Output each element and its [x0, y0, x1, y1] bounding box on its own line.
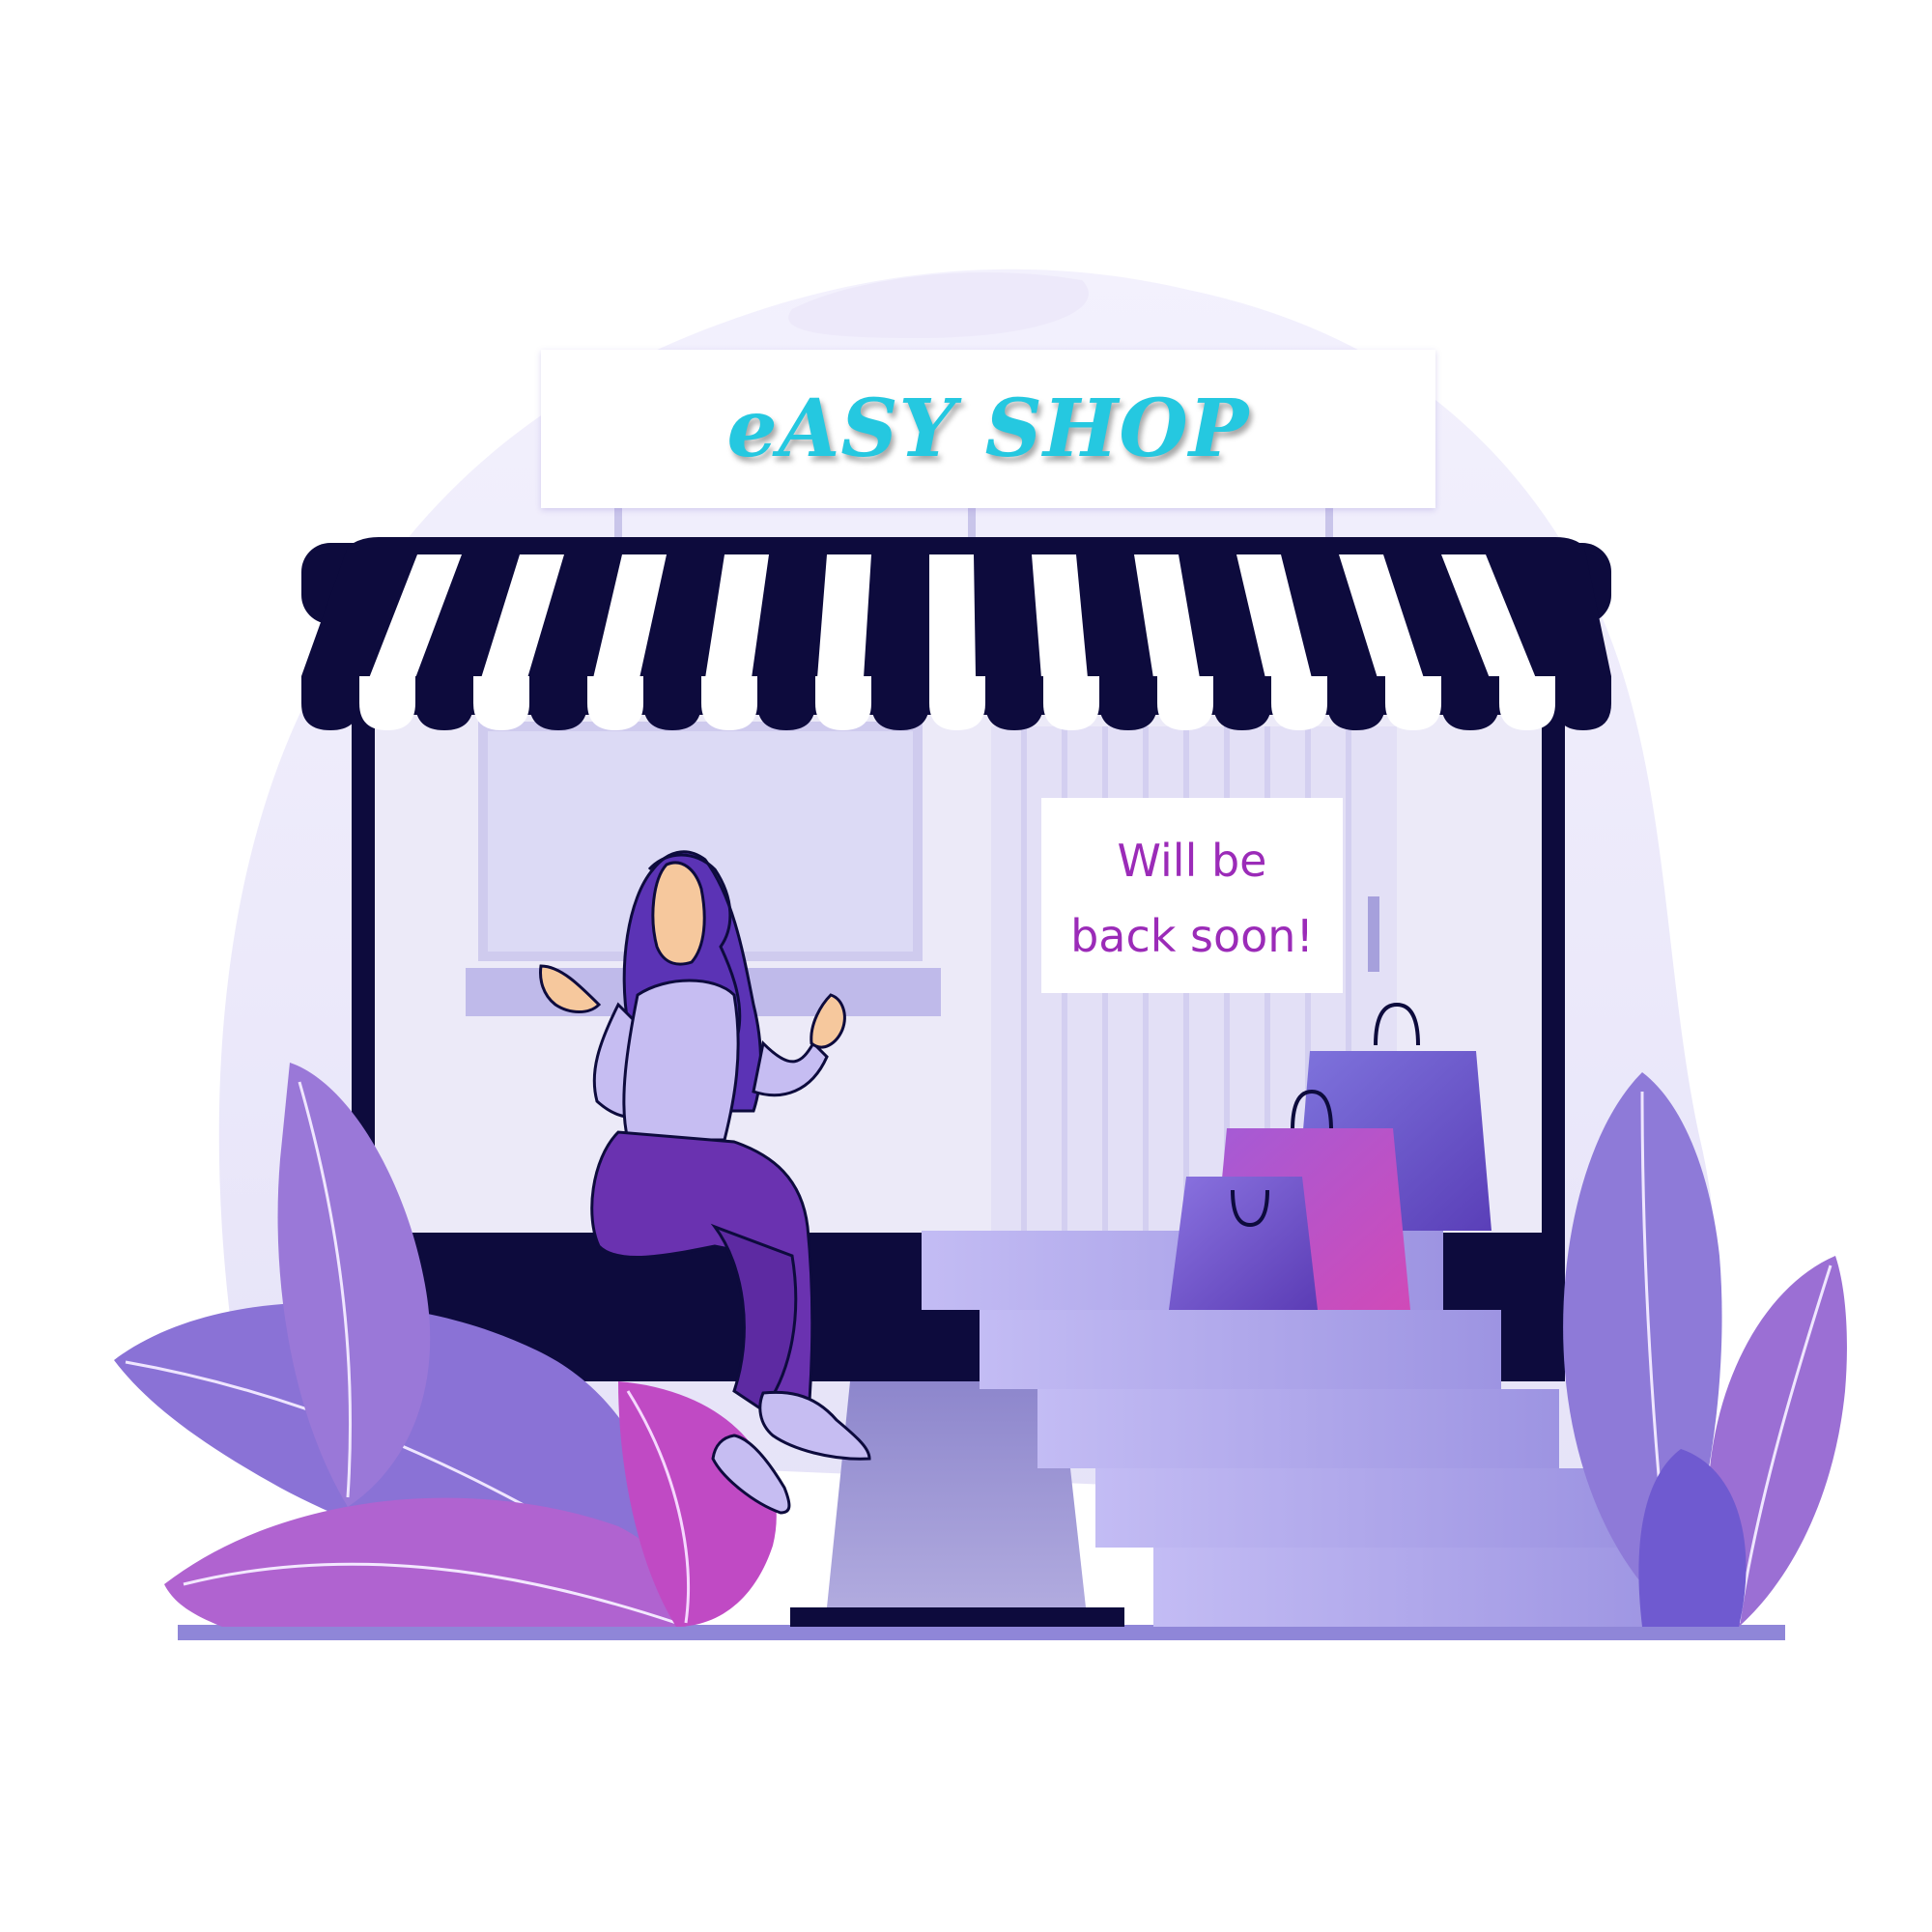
shop-scene [114, 269, 1847, 1640]
ground-line [178, 1625, 1785, 1640]
notice-line-2: back soon! [1070, 910, 1314, 962]
shop-sign: eASY SHOP [541, 350, 1435, 508]
notice-line-1: Will be [1117, 835, 1267, 887]
awning [301, 537, 1611, 730]
shopping-bag-icon [1169, 1177, 1318, 1310]
shop-name: eASY SHOP [726, 383, 1250, 475]
back-soon-notice: Will be back soon! [1041, 798, 1343, 993]
